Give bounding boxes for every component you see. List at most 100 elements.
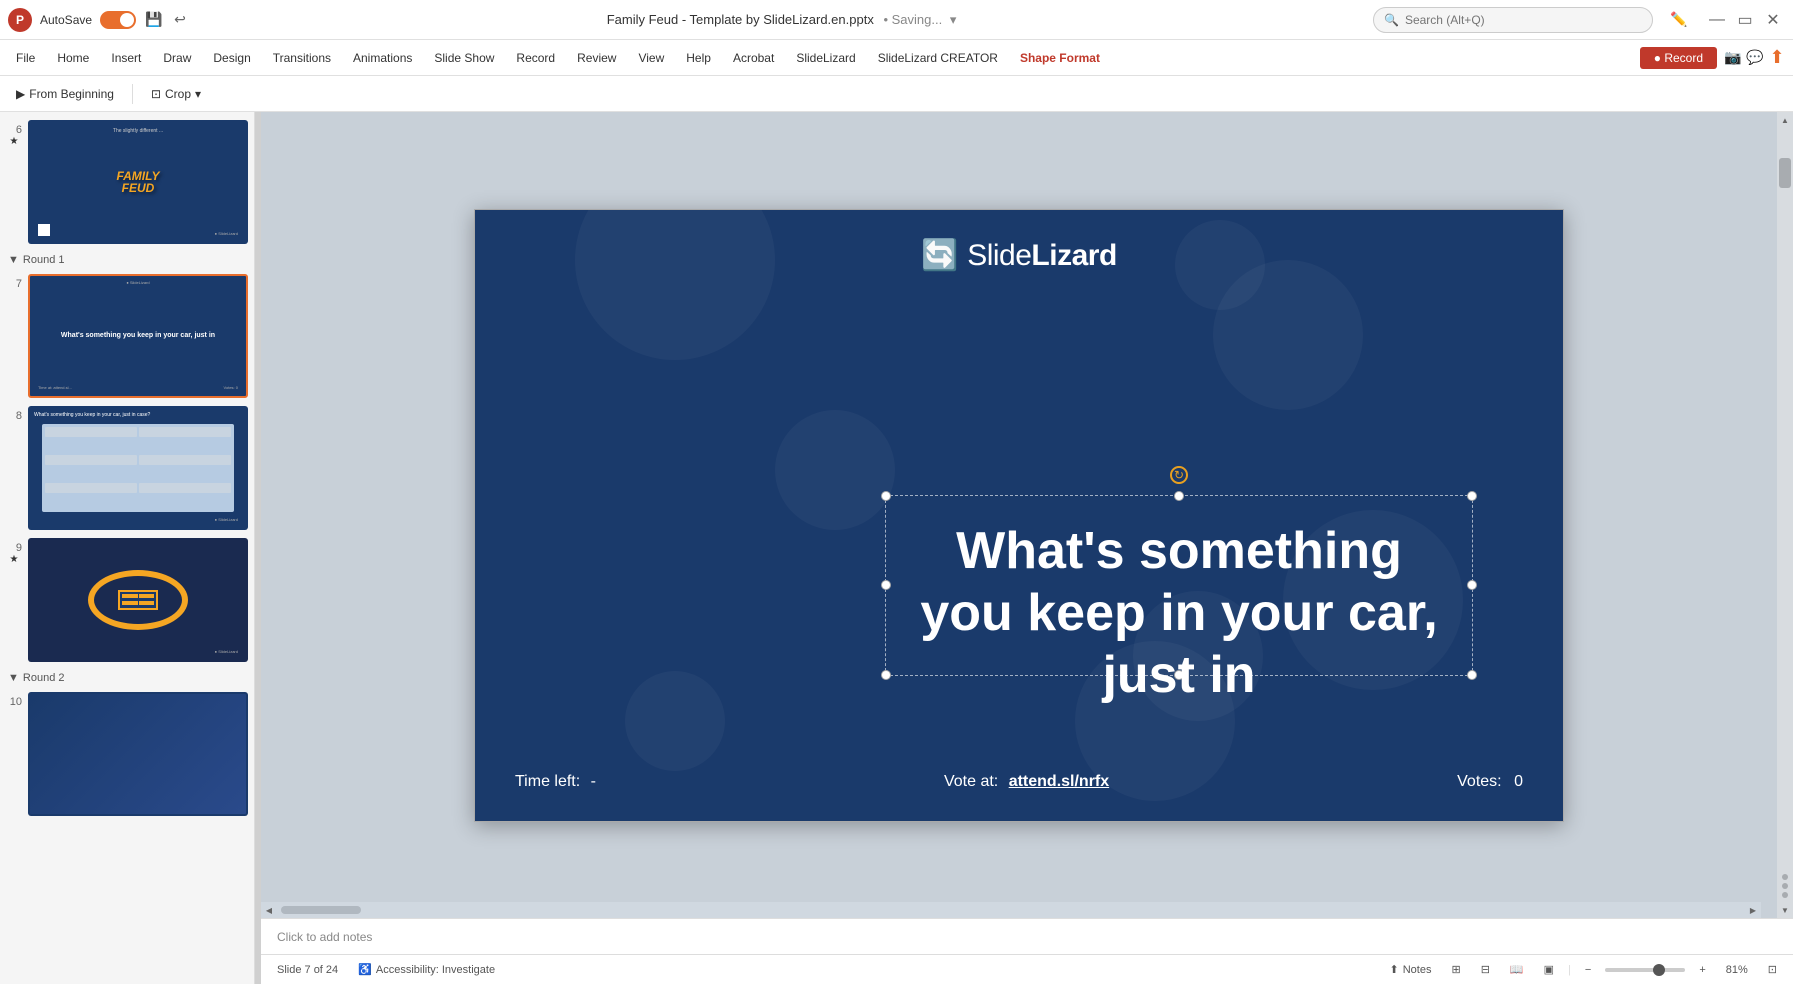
status-bar: Slide 7 of 24 ♿ Accessibility: Investiga…	[261, 954, 1793, 984]
scroll-track-vertical[interactable]	[1777, 128, 1793, 870]
star-icon-9: ★	[10, 554, 19, 565]
scroll-thumb-vertical[interactable]	[1779, 158, 1791, 188]
vertical-scrollbar[interactable]: ▲ ▼	[1777, 112, 1793, 918]
notes-button[interactable]: ⬆ Notes	[1384, 961, 1438, 978]
handle-bottom-left[interactable]	[881, 670, 891, 680]
comment-icon[interactable]: 💬	[1745, 48, 1765, 68]
crop-button[interactable]: ⊡ Crop ▾	[143, 83, 209, 105]
tab-design[interactable]: Design	[203, 40, 260, 75]
toolbar: ▶ From Beginning ⊡ Crop ▾	[0, 76, 1793, 112]
section-round2[interactable]: ▼ Round 2	[6, 668, 248, 686]
slide-number-9: 9	[6, 538, 22, 554]
scroll-right-arrow[interactable]: ▶	[1745, 902, 1761, 918]
slide-item-9: 9 ★ ● SlideLizard	[6, 536, 248, 664]
from-beginning-button[interactable]: ▶ From Beginning	[8, 83, 122, 105]
presenter-view-button[interactable]: ▣	[1538, 961, 1560, 978]
scroll-up-arrow[interactable]: ▲	[1777, 112, 1793, 128]
handle-bottom-right[interactable]	[1467, 670, 1477, 680]
search-icon: 🔍	[1384, 13, 1399, 27]
minimize-button[interactable]: —	[1705, 8, 1729, 32]
status-right: ⬆ Notes ⊞ ⊟ 📖 ▣ | − + 81% ⊡	[1384, 961, 1784, 978]
share-icon[interactable]: ⬆	[1767, 48, 1787, 68]
slide-thumb-6[interactable]: The slightly different ... FAMILYFEUD ● …	[28, 120, 248, 244]
slide-thumb-8[interactable]: What's something you keep in your car, j…	[28, 406, 248, 530]
slide-footer: Time left: - Vote at: attend.sl/nrfx Vot…	[475, 773, 1563, 791]
scroll-left-arrow[interactable]: ◀	[261, 902, 277, 918]
star-icon-6: ★	[10, 136, 19, 147]
tab-review[interactable]: Review	[567, 40, 626, 75]
slide-number-8: 8	[6, 406, 22, 422]
crop-dropdown-icon: ▾	[195, 87, 201, 101]
search-input[interactable]	[1405, 13, 1642, 27]
round1-label: Round 1	[23, 254, 65, 266]
zoom-dot-2[interactable]	[1782, 883, 1788, 889]
handle-top-center[interactable]	[1174, 491, 1184, 501]
maximize-button[interactable]: ▭	[1733, 8, 1757, 32]
record-button[interactable]: ● Record	[1640, 47, 1717, 69]
slide-thumb-7[interactable]: ● SlideLizard What's something you keep …	[28, 274, 248, 398]
handle-middle-left[interactable]	[881, 580, 891, 590]
autosave-label: AutoSave	[40, 13, 92, 27]
reading-view-button[interactable]: 📖	[1504, 961, 1530, 978]
pen-icon[interactable]: ✏️	[1669, 10, 1689, 30]
tab-help[interactable]: Help	[676, 40, 721, 75]
camera-icon[interactable]: 📷	[1723, 48, 1743, 68]
handle-middle-right[interactable]	[1467, 580, 1477, 590]
tab-slideshow[interactable]: Slide Show	[424, 40, 504, 75]
tab-insert[interactable]: Insert	[101, 40, 151, 75]
slide-thumb-9[interactable]: ● SlideLizard	[28, 538, 248, 662]
scroll-track-horizontal[interactable]	[277, 902, 1745, 918]
slide-thumb-10[interactable]	[28, 692, 248, 816]
zoom-thumb[interactable]	[1653, 964, 1665, 976]
tab-transitions[interactable]: Transitions	[263, 40, 341, 75]
autosave-toggle[interactable]	[100, 11, 136, 29]
tab-home[interactable]: Home	[47, 40, 99, 75]
search-box[interactable]: 🔍	[1373, 7, 1653, 33]
tab-animations[interactable]: Animations	[343, 40, 422, 75]
scroll-thumb-horizontal[interactable]	[281, 906, 361, 914]
handle-top-right[interactable]	[1467, 491, 1477, 501]
tab-acrobat[interactable]: Acrobat	[723, 40, 784, 75]
slide-number-7: 7	[6, 274, 22, 290]
slide-main-text[interactable]: What's something you keep in your car, j…	[905, 520, 1453, 707]
scroll-down-arrow[interactable]: ▼	[1777, 902, 1793, 918]
zoom-dot-3[interactable]	[1782, 892, 1788, 898]
zoom-in-button[interactable]: +	[1693, 962, 1711, 978]
notes-placeholder: Click to add notes	[277, 930, 372, 944]
slide-item-7: 7 ● SlideLizard What's something you kee…	[6, 272, 248, 400]
app-logo: P	[8, 8, 32, 32]
tab-draw[interactable]: Draw	[153, 40, 201, 75]
undo-icon[interactable]: ↩	[170, 10, 190, 30]
slide6-family-feud-text: FAMILYFEUD	[116, 170, 159, 194]
tab-slidelizard[interactable]: SlideLizard	[786, 40, 865, 75]
slide-canvas-area[interactable]: 🔄 SlideLizard ↻	[261, 112, 1777, 918]
tab-shape-format[interactable]: Shape Format	[1010, 40, 1110, 75]
round2-label: Round 2	[23, 672, 65, 684]
slide-logo: 🔄 SlideLizard	[921, 238, 1117, 274]
zoom-slider[interactable]	[1605, 968, 1685, 972]
save-icon[interactable]: 💾	[144, 10, 164, 30]
handle-top-left[interactable]	[881, 491, 891, 501]
close-button[interactable]: ✕	[1761, 8, 1785, 32]
toolbar-divider	[132, 84, 133, 104]
slide-canvas[interactable]: 🔄 SlideLizard ↻	[474, 209, 1564, 822]
main-area: 6 ★ The slightly different ... FAMILYFEU…	[0, 112, 1793, 984]
tab-file[interactable]: File	[6, 40, 45, 75]
slide-number-10: 10	[6, 692, 22, 708]
tab-slidelizard-creator[interactable]: SlideLizard CREATOR	[868, 40, 1008, 75]
rotate-handle[interactable]: ↻	[1170, 466, 1188, 484]
accessibility-icon: ♿	[358, 963, 372, 976]
accessibility-button[interactable]: ♿ Accessibility: Investigate	[352, 961, 501, 978]
notes-area[interactable]: Click to add notes	[261, 918, 1793, 954]
tab-view[interactable]: View	[628, 40, 674, 75]
zoom-out-button[interactable]: −	[1579, 962, 1597, 978]
tab-record[interactable]: Record	[506, 40, 565, 75]
zoom-level[interactable]: 81%	[1720, 962, 1754, 978]
horizontal-scrollbar[interactable]: ◀ ▶	[261, 902, 1761, 918]
slide-sorter-button[interactable]: ⊟	[1475, 961, 1496, 978]
zoom-dot-1[interactable]	[1782, 874, 1788, 880]
section-round1[interactable]: ▼ Round 1	[6, 250, 248, 268]
fit-slide-button[interactable]: ⊡	[1762, 961, 1783, 978]
normal-view-button[interactable]: ⊞	[1445, 961, 1466, 978]
logo-text: SlideLizard	[967, 239, 1117, 273]
